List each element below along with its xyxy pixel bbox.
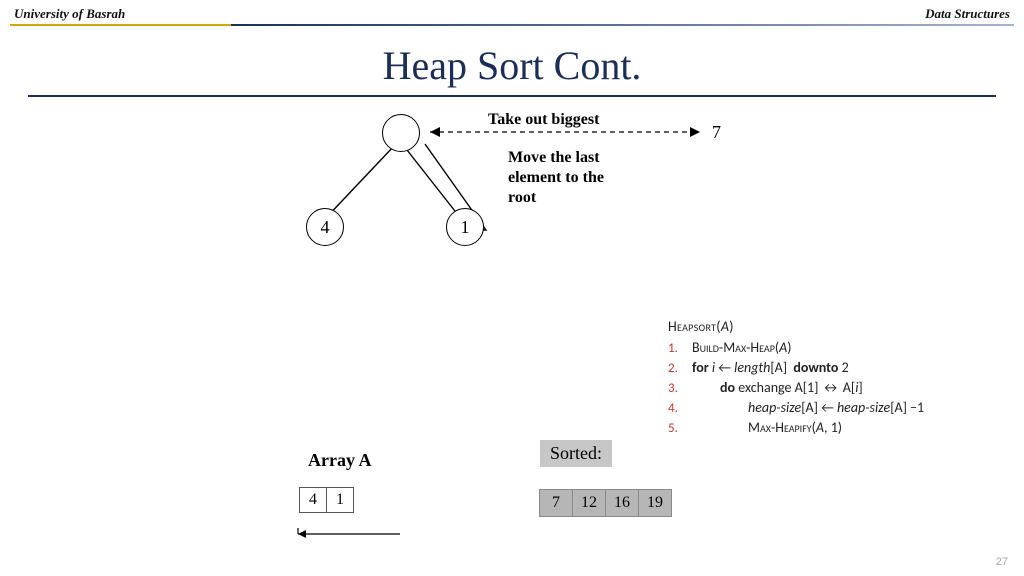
extracted-value: 7 (712, 122, 721, 143)
algo-line: 5.Max-Heapify(A, 1) (668, 419, 998, 436)
algo-line-body: Build-Max-Heap(A) (692, 339, 998, 356)
annot-move-last: Move the last element to the root (508, 148, 604, 208)
algo-line-body: heap-size[A] ← heap-size[A] −1 (692, 399, 998, 416)
algo-line-number: 1. (668, 341, 692, 356)
algo-line-body: for i ← length[A] downto 2 (692, 359, 998, 376)
heap-diagram: 4 1 Take out biggest Move the last eleme… (270, 110, 750, 270)
annot-move-l2: element to the (508, 168, 604, 188)
array-baseline (290, 528, 410, 548)
algo-fn-name: Heapsort (668, 318, 716, 335)
array-a-cells: 41 (300, 487, 371, 513)
algo-line: 2.for i ← length[A] downto 2 (668, 359, 998, 376)
sorted-cells: 7121619 (540, 489, 672, 517)
algo-line-number: 3. (668, 381, 692, 396)
array-a-label: Array A (308, 450, 371, 471)
annot-move-l1: Move the last (508, 148, 604, 168)
annot-take-out: Take out biggest (488, 110, 599, 130)
slide-title: Heap Sort Cont. (0, 42, 1024, 89)
array-cell: 1 (326, 487, 354, 513)
algo-line-number: 5. (668, 421, 692, 436)
heap-node-root (382, 114, 420, 152)
title-underline (28, 95, 996, 97)
header-left: University of Basrah (14, 6, 125, 22)
sorted-cell: 7 (539, 489, 573, 517)
heap-node-left: 4 (306, 208, 344, 246)
algo-line-body: Max-Heapify(A, 1) (692, 419, 998, 436)
algo-line: 4.heap-size[A] ← heap-size[A] −1 (668, 399, 998, 416)
algorithm-block: Heapsort(A) 1.Build-Max-Heap(A)2.for i ←… (668, 318, 998, 439)
sorted-block: Sorted: 7121619 (540, 440, 672, 517)
algo-line-number: 2. (668, 361, 692, 376)
sorted-cell: 16 (605, 489, 639, 517)
sorted-cell: 19 (638, 489, 672, 517)
slide-header: University of Basrah Data Structures (0, 0, 1024, 24)
array-a-block: Array A 41 (300, 450, 371, 513)
sorted-label: Sorted: (540, 440, 612, 467)
sorted-cell: 12 (572, 489, 606, 517)
algo-line-body: do exchange A[1] ↔ A[i] (692, 379, 998, 396)
heap-node-right: 1 (446, 208, 484, 246)
algo-fn-arg: A (721, 318, 729, 335)
algo-line: 1.Build-Max-Heap(A) (668, 339, 998, 356)
page-number: 27 (996, 556, 1008, 568)
algo-line: 3.do exchange A[1] ↔ A[i] (668, 379, 998, 396)
header-right: Data Structures (925, 6, 1010, 22)
header-rule (10, 24, 1014, 26)
annot-move-l3: root (508, 188, 604, 208)
array-cell: 4 (299, 487, 327, 513)
algo-title: Heapsort(A) (668, 318, 998, 335)
algo-line-number: 4. (668, 401, 692, 416)
